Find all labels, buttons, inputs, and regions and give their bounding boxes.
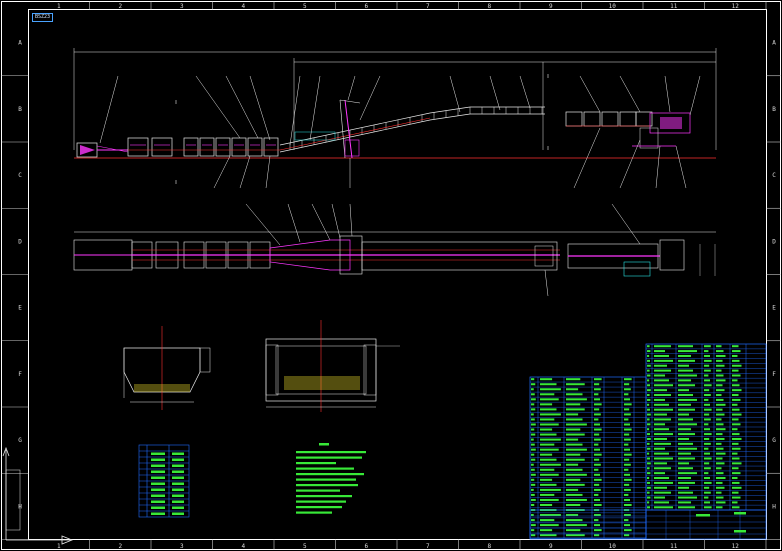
zone-letter: A: [772, 40, 776, 47]
zone-number: 8: [487, 3, 491, 10]
zone-number: 1: [57, 543, 61, 550]
section-view-center: [265, 320, 400, 412]
plan-view: [73, 231, 716, 277]
small-parts-table: [138, 444, 190, 518]
zone-letter: G: [18, 437, 22, 444]
zone-letter: F: [18, 371, 22, 378]
bom-table-left: [529, 376, 647, 539]
zone-letter: H: [772, 503, 776, 510]
zone-number: 6: [364, 3, 368, 10]
zone-number: 2: [118, 3, 122, 10]
zone-letter: D: [772, 238, 776, 245]
zone-number: 8: [487, 543, 491, 550]
zone-letter: D: [18, 238, 22, 245]
zone-number: 11: [670, 3, 678, 10]
zone-letter: C: [772, 172, 776, 179]
zone-number: 12: [732, 543, 740, 550]
zone-number: 10: [609, 543, 617, 550]
zone-number: 6: [364, 543, 368, 550]
zone-letter: G: [772, 437, 776, 444]
technical-notes: [296, 443, 366, 514]
zone-number: 7: [426, 543, 430, 550]
zone-number: 2: [118, 543, 122, 550]
zone-number: 4: [241, 543, 245, 550]
zone-letter: F: [772, 371, 776, 378]
zone-letter: E: [18, 305, 22, 312]
zone-letter: C: [18, 172, 22, 179]
zone-letter: A: [18, 40, 22, 47]
zone-number: 11: [670, 543, 678, 550]
zone-number: 9: [549, 3, 553, 10]
cad-canvas[interactable]: BSZ23 1 1 2 2 3 3 4 4 5 5 6 6 7 7 8 8 9 9 10 10 11 11 12 12 A A B B…: [0, 0, 782, 551]
zone-number: 9: [549, 543, 553, 550]
zone-number: 4: [241, 3, 245, 10]
section-view-left: [123, 326, 211, 410]
bom-table-right: [529, 343, 767, 540]
zone-letter: B: [18, 106, 22, 113]
zone-number: 1: [57, 3, 61, 10]
zone-number: 3: [180, 3, 184, 10]
elevation-view: [73, 48, 717, 297]
zone-letter: B: [772, 106, 776, 113]
zone-number: 7: [426, 3, 430, 10]
zone-number: 3: [180, 543, 184, 550]
zone-letter: E: [772, 305, 776, 312]
ucs-axis-icon: [2, 446, 74, 545]
zone-number: 5: [303, 3, 307, 10]
zone-number: 5: [303, 543, 307, 550]
zone-number: 12: [732, 3, 740, 10]
conveyor-drawing: 112233445566778899101011111212A AB BC CD DE E…: [1, 1, 781, 550]
zone-number: 10: [609, 3, 617, 10]
